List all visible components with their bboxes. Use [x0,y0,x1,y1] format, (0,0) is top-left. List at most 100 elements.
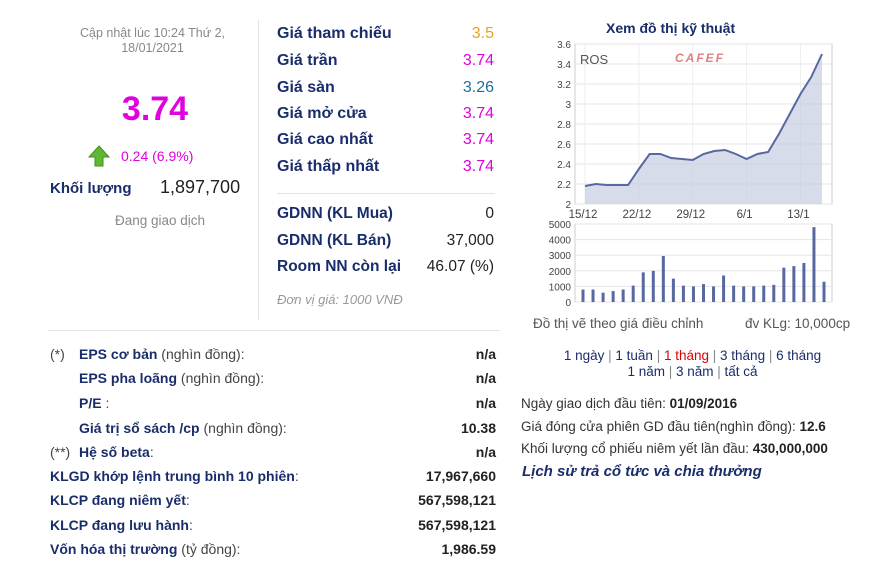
fundamental-name: EPS pha loãng [79,370,178,386]
fundamental-label: (*) EPS cơ bản (nghìn đồng): [50,346,245,363]
price-label: Giá tham chiếu [277,25,392,42]
period-option[interactable]: 3 năm [676,364,714,379]
first-trading-date: Ngày giao dịch đầu tiên: 01/09/2016 [521,396,738,411]
volume-bar [661,255,665,302]
fundamental-label: (**) Hệ số beta: [50,444,154,461]
fundamental-label: Vốn hóa thị trường (tỷ đồng): [50,541,240,558]
x-tick-label: 13/1 [787,209,809,221]
volume-tick-label: 5000 [549,220,572,231]
volume-bar [671,278,675,302]
period-option[interactable]: 1 tuần [615,348,653,363]
foreign-value: 46.07 (%) [426,258,494,275]
volume-bar [822,281,826,302]
period-selector: 1 ngày | 1 tuần | 1 tháng | 3 tháng | 6 … [563,348,822,379]
price-label: Giá sàn [277,79,335,96]
fundamental-name: KLGD khớp lệnh trung bình 10 phiên [50,468,295,484]
fundamental-name: Vốn hóa thị trường [50,541,178,557]
volume-tick-label: 2000 [549,267,572,278]
fundamental-label: KLCP đang lưu hành: [50,517,193,534]
fundamental-value: 567,598,121 [418,517,496,533]
fundamental-unit: : [189,517,193,533]
volume-bar [621,289,625,302]
x-tick-label: 6/1 [737,209,753,221]
up-arrow-icon [88,145,110,167]
first-close-price: Giá đóng cửa phiên GD đầu tiên(nghìn đồn… [521,419,826,434]
chart-note: Đồ thị vẽ theo giá điều chỉnh [533,316,704,331]
volume-bar [691,286,695,302]
fundamental-value: 10.38 [460,420,496,436]
price-tick-label: 3.2 [557,80,571,91]
fundamental-unit: (nghìn đồng): [157,346,245,362]
volume-bar [581,289,585,302]
price-value: 3.5 [471,25,494,42]
foreign-label: Room NN còn lại [277,258,402,275]
fundamental-value: 17,967,660 [425,468,496,484]
fundamental-prefix: (**) [50,444,71,460]
price-value: 3.74 [462,158,494,175]
update-timestamp: Cập nhật lúc 10:24 Thứ 2, 18/01/2021 [79,26,226,55]
volume-bar [722,275,726,302]
fundamental-value: n/a [475,444,496,460]
volume-bar [792,266,796,302]
ticker-label: ROS [580,52,609,67]
fundamental-unit: (tỷ đồng): [177,541,241,557]
price-label: Giá thấp nhất [277,158,380,175]
fundamental-label: KLCP đang niêm yết: [50,492,190,509]
volume-bar [732,285,736,302]
volume-bar [681,285,685,302]
period-option[interactable]: tất cả [725,364,758,379]
fundamental-prefix: (*) [50,346,65,362]
price-label: Giá mở cửa [277,105,367,122]
price-area [585,54,822,204]
fundamental-name: KLCP đang niêm yết [50,492,186,508]
fundamental-unit: : [294,468,299,484]
price-tick-label: 3.6 [557,40,571,51]
period-option[interactable]: 6 tháng [776,348,821,363]
foreign-value: 0 [485,205,494,222]
volume-bar [752,286,756,302]
fundamental-value: 567,598,121 [418,492,496,508]
fundamental-value: n/a [475,395,496,411]
volume-bar [651,270,655,302]
fundamental-name: Giá trị sổ sách /cp [79,420,200,436]
divider [258,20,259,320]
period-option[interactable]: 3 tháng [720,348,765,363]
volume-bar [631,285,635,302]
volume-value: 1,897,700 [160,177,241,197]
price-tick-label: 3.4 [557,60,571,71]
price-change: 0.24 (6.9%) [121,148,194,164]
volume-bar [702,284,705,302]
volume-tick-label: 1000 [549,282,572,293]
price-value: 3.74 [462,105,494,122]
period-option[interactable]: 1 năm [627,364,665,379]
chart-title-link[interactable]: Xem đồ thị kỹ thuật [606,20,735,36]
fundamental-value: n/a [475,346,496,362]
x-tick-label: 29/12 [676,209,705,221]
fundamental-unit: (nghìn đồng): [199,420,287,436]
period-option[interactable]: 1 tháng [664,348,709,363]
fundamental-unit: (nghìn đồng): [177,370,265,386]
fundamental-label: KLGD khớp lệnh trung bình 10 phiên: [50,468,299,485]
dividend-history-link[interactable]: Lịch sử trả cổ tức và chia thưởng [522,463,762,480]
price-value: 3.26 [462,79,494,96]
volume-bar [712,286,716,302]
trading-status: Đang giao dịch [114,213,206,228]
volume-bar [772,284,776,302]
fundamental-value: n/a [475,370,496,386]
price-tick-label: 2.4 [557,160,571,171]
volume-bar [762,285,766,302]
first-listed-volume: Khối lượng cổ phiếu niêm yết lần đầu: 43… [521,441,828,456]
fundamental-name: KLCP đang lưu hành [50,517,189,533]
volume-tick-label: 3000 [549,251,572,262]
price-tick-label: 2.8 [557,120,571,131]
period-option[interactable]: 1 ngày [564,348,605,363]
technical-chart[interactable]: 3.63.43.232.82.62.42.22ROS CAFEF15/12 22/1… [520,38,860,310]
foreign-value: 37,000 [446,232,494,249]
volume-bar [591,289,595,302]
x-tick-label: 15/12 [569,209,598,221]
fundamental-name: P/E [79,395,102,411]
fundamental-name: Hệ số beta [79,444,150,460]
divider [277,193,495,194]
volume-tick-label: 4000 [549,236,572,247]
fundamental-label: P/E : [50,395,109,412]
